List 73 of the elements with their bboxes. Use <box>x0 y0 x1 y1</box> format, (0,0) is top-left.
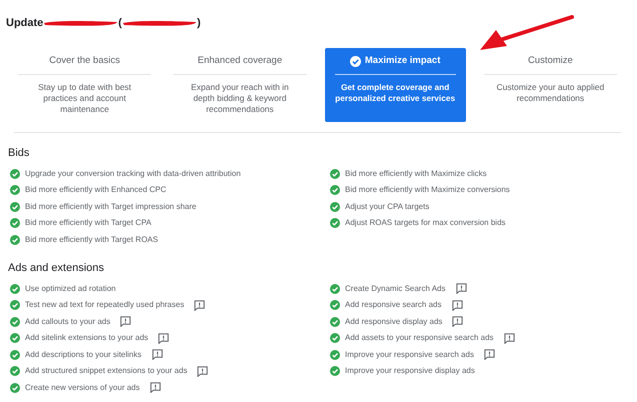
check-circle-icon <box>350 56 361 67</box>
option-description: Customize your auto applied recommendations <box>496 82 606 104</box>
recommendation-text: Create Dynamic Search Ads <box>345 282 446 295</box>
recommendation-text: Add structured snippet extensions to your ads <box>25 365 188 378</box>
recommendation-text: Bid more efficiently with Maximize clicks <box>345 168 487 180</box>
feedback-icon[interactable] <box>456 283 466 294</box>
recommendation-text: Add responsive display ads <box>345 316 442 328</box>
recommendation-text: Use optimized ad rotation <box>25 282 116 295</box>
option-description: Stay up to date with best practices and account maintenance <box>37 82 132 116</box>
feedback-icon[interactable] <box>197 366 208 377</box>
option-title: Customize <box>528 54 573 68</box>
check-circle-icon <box>330 366 340 376</box>
check-circle-icon <box>330 284 340 294</box>
recommendation-text: Test new ad text for repeatedly used phrases <box>25 299 184 312</box>
option-card[interactable]: Cover the basics Stay up to date with best practices and account maintenance <box>14 48 156 122</box>
check-circle-icon <box>10 350 20 360</box>
check-circle-icon <box>330 350 340 360</box>
check-circle-icon <box>330 316 340 327</box>
check-circle-icon <box>10 218 20 228</box>
recommendation-text: Bid more efficiently with Target impression share <box>25 200 196 213</box>
check-circle-icon <box>10 168 20 179</box>
recommendation-text: Add assets to your responsive search ads <box>345 332 494 344</box>
check-circle-icon <box>330 333 340 344</box>
option-description: Get complete coverage and personalized creative services <box>334 82 456 104</box>
feedback-icon[interactable] <box>120 316 132 328</box>
title-text: Update <box>6 16 44 31</box>
feedback-icon[interactable] <box>150 382 161 394</box>
recommendation-text: Add callouts to your ads <box>25 316 110 328</box>
option-description: Expand your reach with in depth bidding & keyword recommendations <box>190 82 290 116</box>
section-heading: Ads and extensions <box>7 261 106 276</box>
check-circle-icon <box>10 234 20 245</box>
section-heading: Bids <box>7 146 30 161</box>
check-circle-icon <box>10 202 20 212</box>
title-text: ) <box>196 16 201 31</box>
recommendation-text: Adjust your CPA targets <box>345 200 430 213</box>
option-title: Cover the basics <box>49 54 120 68</box>
check-circle-icon <box>10 382 20 393</box>
option-card[interactable]: Customize Customize your auto applied recommendations <box>480 48 621 122</box>
recommendation-text: Add sitelink extensions to your ads <box>25 332 148 344</box>
option-card[interactable]: Enhanced coverage Expand your reach with in depth bidding & keyword recommendations <box>169 48 310 122</box>
check-circle-icon <box>10 333 20 344</box>
check-circle-icon <box>10 185 20 196</box>
recommendation-text: Bid more efficiently with Maximize conversions <box>345 184 510 196</box>
recommendation-text: Bid more efficiently with Target ROAS <box>25 234 158 246</box>
feedback-icon[interactable] <box>194 300 206 311</box>
feedback-icon[interactable] <box>452 300 462 311</box>
recommendation-text: Add descriptions to your sitelinks <box>25 348 142 361</box>
check-circle-icon <box>10 366 20 376</box>
feedback-icon[interactable] <box>158 332 170 344</box>
check-circle-icon <box>10 284 20 294</box>
check-circle-icon <box>330 300 340 310</box>
feedback-icon[interactable] <box>484 349 495 360</box>
check-circle-icon <box>330 185 340 196</box>
recommendation-text: Improve your responsive search ads <box>345 348 474 361</box>
check-circle-icon <box>330 168 340 179</box>
recommendation-text: Create new versions of your ads <box>25 382 140 394</box>
option-title: Enhanced coverage <box>198 54 282 68</box>
option-title: Maximize impact <box>364 54 440 68</box>
recommendation-text: Add responsive search ads <box>345 299 442 312</box>
feedback-icon[interactable] <box>152 349 162 360</box>
check-circle-icon <box>330 202 340 212</box>
recommendation-text: Adjust ROAS targets for max conversion bids <box>345 217 506 230</box>
recommendation-text: Upgrade your conversion tracking with data-driven attribution <box>25 168 241 180</box>
feedback-icon[interactable] <box>504 332 515 344</box>
recommendation-text: Bid more efficiently with Enhanced CPC <box>25 184 166 196</box>
check-circle-icon <box>10 300 20 310</box>
check-circle-icon <box>330 218 340 228</box>
feedback-icon[interactable] <box>452 316 464 328</box>
recommendation-text: Improve your responsive display ads <box>345 365 475 378</box>
check-circle-icon <box>10 316 20 327</box>
title-text: ( <box>118 16 122 31</box>
option-card[interactable]: Maximize impact Get complete coverage and personalized creative services <box>324 48 466 122</box>
recommendation-text: Bid more efficiently with Target CPA <box>25 217 152 230</box>
